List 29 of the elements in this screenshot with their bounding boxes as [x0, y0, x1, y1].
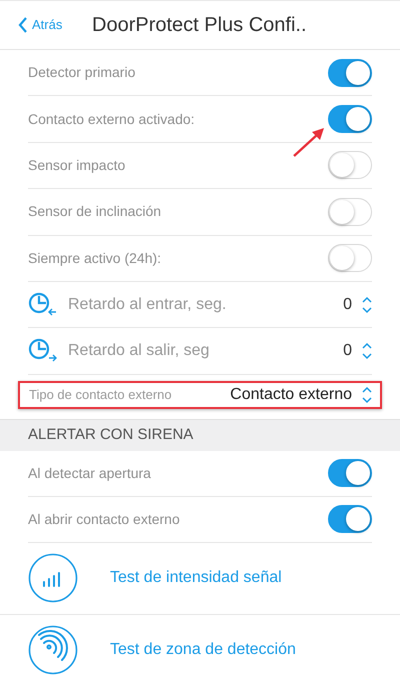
setting-label: Retardo al entrar, seg. [68, 294, 228, 315]
toggle-switch[interactable] [328, 459, 372, 488]
setting-label: Al detectar apertura [28, 464, 151, 483]
setting-label: Siempre activo (24h): [28, 248, 162, 268]
toggle-switch[interactable] [328, 505, 372, 534]
back-chevron-icon [18, 17, 28, 33]
timer-arrow-icon [28, 292, 58, 318]
setting-label: Contacto externo activado: [28, 110, 195, 129]
test-link[interactable]: Test de zona de detección [0, 614, 400, 685]
setting-label: Tipo de contacto externo [29, 386, 173, 404]
setting-label: Retardo al salir, seg [68, 341, 210, 362]
setting-label: Al abrir contacto externo [28, 510, 180, 529]
stepper-value: 0 [343, 341, 352, 362]
screen-title: DoorProtect Plus Confi.. [92, 13, 307, 38]
setting-label: Sensor impacto [28, 156, 126, 175]
stepper-value: 0 [343, 294, 352, 315]
select-value[interactable]: Contacto externo [230, 382, 352, 407]
section-title: ALERTAR CON SIRENA [28, 424, 194, 445]
up-down-chevron-icon[interactable] [362, 342, 372, 360]
toggle-switch[interactable] [328, 58, 372, 87]
toggle-switch[interactable] [328, 105, 372, 134]
back-button[interactable]: Atrás [0, 15, 92, 35]
signal-bars-icon [28, 553, 78, 604]
test-link[interactable]: Test de intensidad señal [0, 542, 400, 614]
up-down-chevron-icon[interactable] [362, 296, 372, 314]
setting-label: Sensor de inclinación [28, 202, 162, 222]
up-down-chevron-icon[interactable] [362, 386, 372, 404]
setting-label: Detector primario [28, 63, 136, 82]
radar-waves-icon [28, 624, 78, 675]
